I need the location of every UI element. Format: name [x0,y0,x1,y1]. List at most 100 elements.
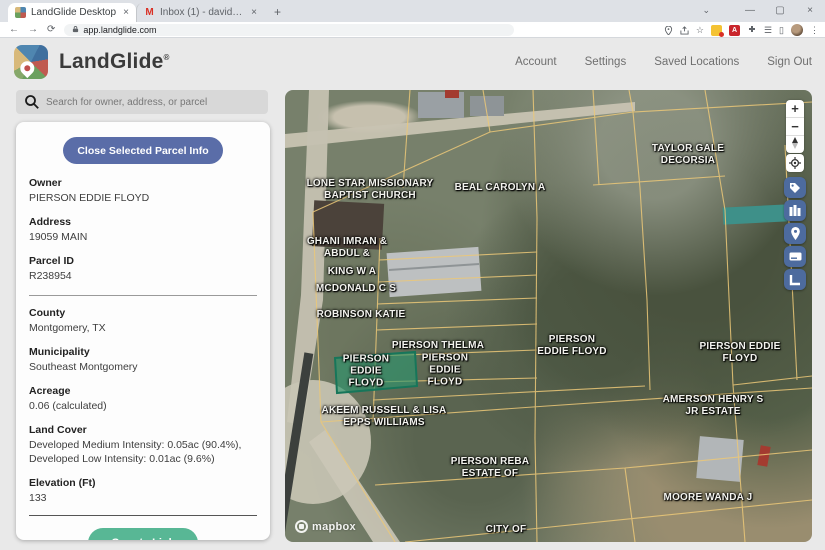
reading-list-icon[interactable]: ☰ [764,23,772,37]
parcel-label: LONE STAR MISSIONARY BAPTIST CHURCH [299,178,441,202]
tab-close-icon[interactable]: × [123,7,129,18]
field-value: 0.06 (calculated) [29,399,257,413]
buildings-icon [789,205,801,216]
tab-search-chevron-icon[interactable]: ⌄ [702,0,710,20]
mapbox-attribution[interactable]: mapbox [295,520,356,533]
field-value: Developed Medium Intensity: 0.05ac (90.4… [29,438,257,466]
parcel-label: BEAL CAROLYN A [440,182,560,194]
nav-settings[interactable]: Settings [585,56,627,68]
parcel-label: AMERSON HENRY S JR ESTATE [657,394,769,418]
field-value: 19059 MAIN [29,230,257,244]
tab-title: Inbox (1) - david@davidmdunn.c [160,7,246,18]
field-value: Montgomery, TX [29,321,257,335]
field-address: Address 19059 MAIN [29,216,257,244]
maximize-button[interactable]: ▢ [765,0,795,22]
mapbox-logo-icon [295,520,308,533]
selected-parcel-shape [335,352,417,393]
zoom-control-group: + − [786,100,804,153]
new-tab-button[interactable]: + [274,5,281,22]
field-value: R238954 [29,269,257,283]
parcel-label: TAYLOR GALE DECORSIA [646,143,730,167]
zoom-out-button[interactable]: − [786,118,804,135]
window-close-button[interactable]: × [795,0,825,22]
parcel-label: ROBINSON KATIE [309,309,414,321]
field-value: PIERSON EDDIE FLOYD [29,191,257,205]
parcel-top-fields: Owner PIERSON EDDIE FLOYD Address 19059 … [16,164,270,284]
field-label: Land Cover [29,424,257,436]
browser-menu-icon[interactable]: ⋮ [810,23,819,37]
geolocate-icon [789,157,801,169]
window-controls: — ▢ × [735,0,825,22]
county-link-button[interactable]: County Link [88,528,198,540]
parcel-label: KING W A [317,266,387,278]
tab-landglide[interactable]: LandGlide Desktop × [8,3,136,22]
extension-badge-icon[interactable] [711,25,722,36]
tab-title: LandGlide Desktop [31,7,118,18]
application-window: LandGlide Desktop × M Inbox (1) - david@… [0,0,825,550]
field-value: 133 [29,491,257,505]
close-parcel-info-button[interactable]: Close Selected Parcel Info [63,137,223,164]
field-elevation: Elevation (Ft) 133 [29,477,257,505]
parcel-label: MOORE WANDA J [648,492,768,504]
field-acreage: Acreage 0.06 (calculated) [29,385,257,413]
zoom-in-button[interactable]: + [786,100,804,117]
search-input[interactable] [16,90,268,114]
share-icon[interactable] [680,26,689,35]
parcel-label: AKEEM RUSSELL & LISA EPPS WILLIAMS [319,405,449,429]
adobe-pdf-extension-icon[interactable]: A [729,25,740,36]
reload-icon[interactable]: ⟳ [47,22,55,38]
field-label: Municipality [29,346,257,358]
parcel-label: MCDONALD C S [309,283,404,295]
minimize-button[interactable]: — [735,0,765,22]
parcel-label: PIERSON REBA ESTATE OF [443,456,538,480]
card-info-button[interactable] [784,246,806,267]
profile-avatar[interactable] [791,24,803,36]
measure-button[interactable] [784,269,806,290]
ruler-corner-icon [789,274,801,286]
extensions-puzzle-icon[interactable] [747,25,757,35]
field-land-cover: Land Cover Developed Medium Intensity: 0… [29,424,257,466]
forward-icon[interactable]: → [28,22,38,38]
nav-sign-out[interactable]: Sign Out [767,56,812,68]
layers-button[interactable] [784,200,806,221]
field-label: Elevation (Ft) [29,477,257,489]
parcel-scroll-area[interactable]: County Montgomery, TX Municipality South… [29,296,257,516]
field-owner: Owner PIERSON EDDIE FLOYD [29,177,257,205]
mapbox-wordmark: mapbox [312,521,356,533]
pin-icon [790,227,801,240]
parcel-map[interactable]: TAYLOR GALE DECORSIA LONE STAR MISSIONAR… [285,90,812,542]
parcel-label-selected: PIERSON EDDIE FLOYD [334,353,398,388]
parcel-labels-toggle-button[interactable] [784,177,806,198]
nav-account[interactable]: Account [515,56,557,68]
field-label: County [29,307,257,319]
field-label: Acreage [29,385,257,397]
map-pin-icon [17,58,37,78]
back-icon[interactable]: ← [9,22,19,38]
field-county: County Montgomery, TX [29,307,257,335]
top-nav: Account Settings Saved Locations Sign Ou… [515,39,812,85]
field-label: Owner [29,177,257,189]
bookmark-star-icon[interactable]: ☆ [696,23,704,37]
geolocate-button[interactable] [786,154,804,172]
search-icon [24,94,40,110]
address-bar[interactable]: app.landglide.com [64,24,514,36]
parcel-label: PIERSON EDDIE FLOYD [413,352,477,387]
side-panel-icon[interactable]: ▯ [779,23,784,37]
tab-gmail[interactable]: M Inbox (1) - david@davidmdunn.c × [136,3,264,22]
parcel-label: PIERSON EDDIE FLOYD [537,334,607,358]
tag-icon [789,182,801,194]
drop-pin-button[interactable] [784,223,806,244]
field-parcel-id: Parcel ID R238954 [29,255,257,283]
field-municipality: Municipality Southeast Montgomery [29,346,257,374]
card-icon [789,252,802,261]
tab-close-icon[interactable]: × [251,7,257,18]
compass-button[interactable] [786,136,804,153]
field-value: Southeast Montgomery [29,360,257,374]
search-bar [16,90,268,114]
nav-saved-locations[interactable]: Saved Locations [654,56,739,68]
landglide-logo-icon [14,45,48,79]
landglide-favicon-icon [15,7,26,18]
parcel-label: CITY OF [471,524,541,536]
location-pin-icon[interactable] [664,26,673,35]
compass-needle-icon [790,137,800,149]
